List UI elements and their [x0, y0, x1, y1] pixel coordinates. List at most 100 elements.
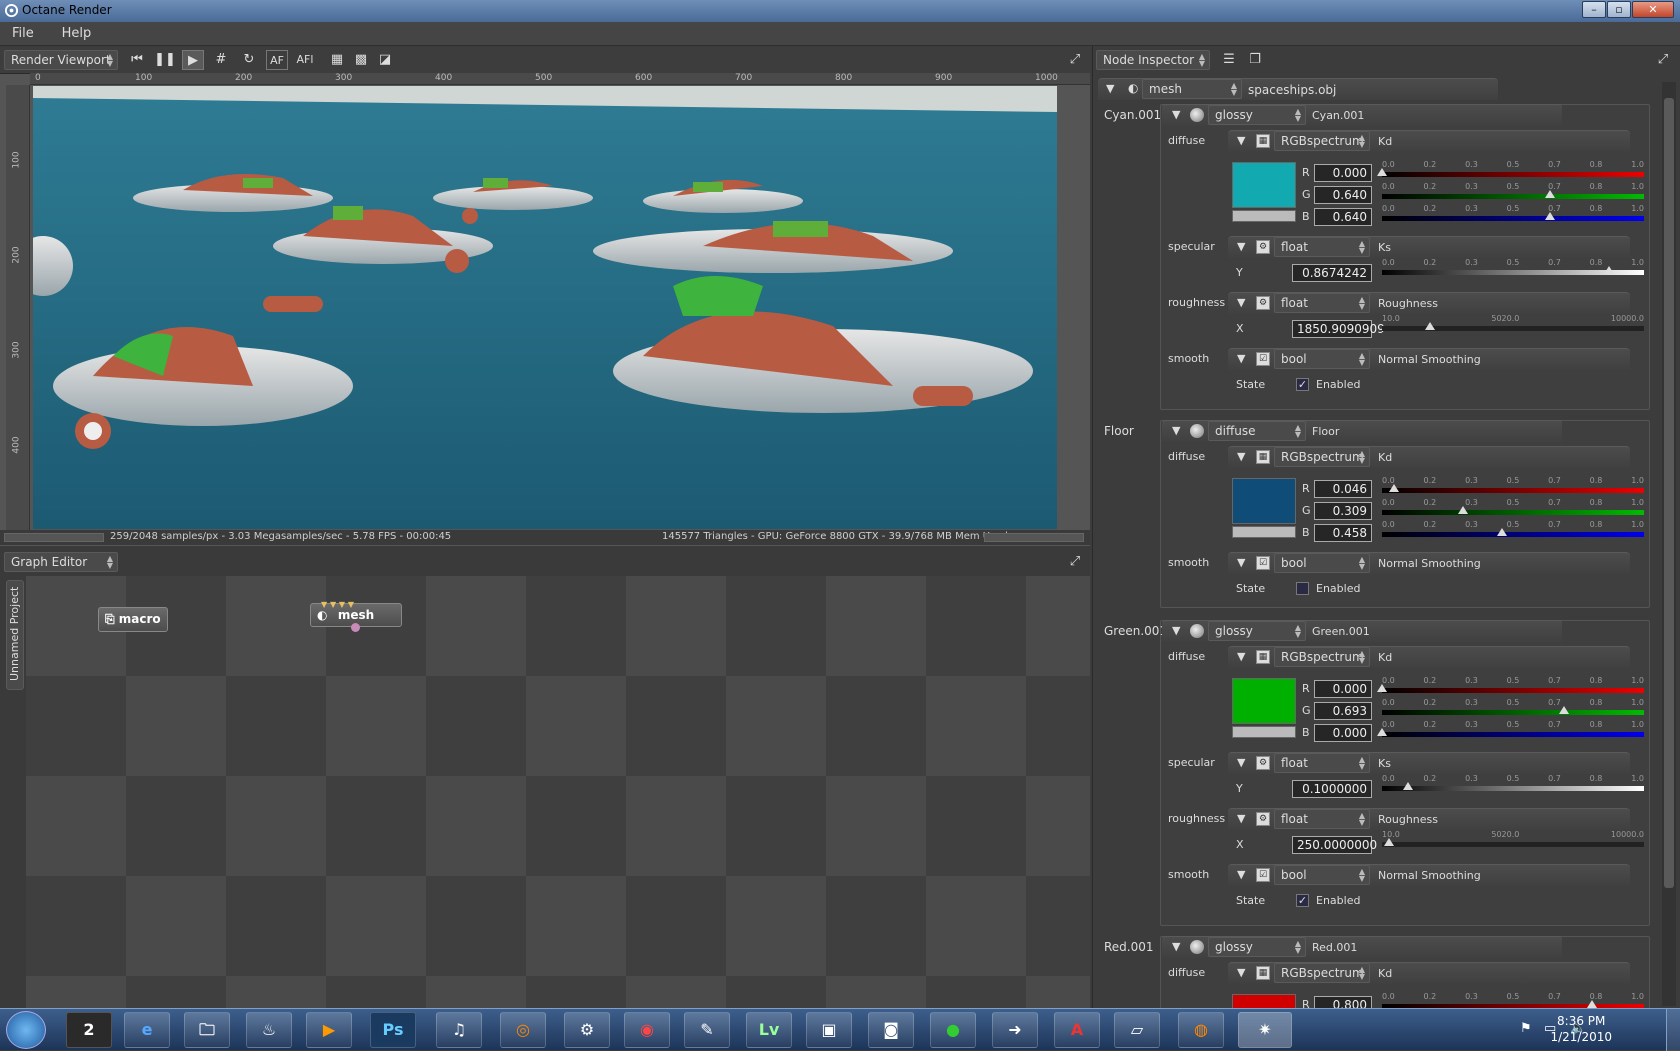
roughness-type-select[interactable]: float ▲ ▼ — [1274, 293, 1370, 313]
slider-knob[interactable] — [1403, 782, 1414, 790]
smoothing-checkbox[interactable]: ✓ — [1296, 894, 1309, 907]
material-type-select[interactable]: glossy ▲ ▼ — [1208, 621, 1306, 641]
collapse-icon[interactable]: ▼ — [1172, 624, 1180, 637]
slider-track[interactable]: 0.0 0.2 0.3 0.5 0.7 0.8 1.0 — [1382, 476, 1644, 496]
slider-knob[interactable] — [1544, 212, 1555, 220]
collapse-icon[interactable]: ▼ — [1237, 966, 1245, 979]
slider-track[interactable]: 0.0 0.2 0.3 0.5 0.7 0.8 1.0 — [1382, 258, 1644, 278]
collapse-icon[interactable]: ▼ — [1172, 424, 1180, 437]
collapse-icon[interactable]: ▼ — [1172, 940, 1180, 953]
collapse-icon[interactable]: ▼ — [1237, 756, 1245, 769]
specular-type-select[interactable]: float ▲ ▼ — [1274, 753, 1370, 773]
material-type-select[interactable]: diffuse ▲ ▼ — [1208, 421, 1306, 441]
smooth-type-select[interactable]: bool ▲ ▼ — [1274, 553, 1370, 573]
material-type-select[interactable]: glossy ▲ ▼ — [1208, 105, 1306, 125]
control-panel-icon[interactable]: ⚙ — [564, 1012, 610, 1048]
slider-knob[interactable] — [1377, 684, 1387, 692]
smoothing-checkbox[interactable] — [1296, 582, 1309, 595]
channel-r-input[interactable]: 0.000 — [1314, 164, 1372, 182]
collapse-icon[interactable]: ▼ — [1237, 134, 1245, 147]
collapse-icon[interactable]: ▼ — [1237, 868, 1245, 881]
smooth-type-select[interactable]: bool ▲ ▼ — [1274, 865, 1370, 885]
collapse-icon[interactable]: ▼ — [1237, 296, 1245, 309]
smoothing-checkbox[interactable]: ✓ — [1296, 378, 1309, 391]
start-button[interactable] — [6, 1011, 46, 1049]
tray-clock[interactable]: 8:36 PM 1/21/2010 — [1550, 1013, 1612, 1045]
slider-track[interactable]: 0.0 0.2 0.3 0.5 0.7 0.8 1.0 — [1382, 204, 1644, 224]
collapse-icon[interactable]: ▼ — [1172, 108, 1180, 121]
diffuse-type-select[interactable]: RGBspectrum ▲ ▼ — [1274, 963, 1370, 983]
slider-knob[interactable] — [1383, 838, 1394, 846]
channel-b-input[interactable]: 0.000 — [1314, 724, 1372, 742]
slider-track[interactable]: 0.0 0.2 0.3 0.5 0.7 0.8 1.0 — [1382, 774, 1644, 794]
color-swatch[interactable] — [1232, 994, 1296, 1008]
notepad-icon[interactable]: ✎ — [684, 1012, 730, 1048]
media-player-icon[interactable]: ▶ — [306, 1012, 352, 1048]
taskbar-app-lv-icon[interactable]: Lv — [746, 1012, 792, 1048]
slider-track[interactable]: 10.0 5020.0 10000.0 — [1382, 314, 1644, 334]
diffuse-type-select[interactable]: RGBspectrum ▲ ▼ — [1274, 647, 1370, 667]
taskbar-app-doc-icon[interactable]: ▱ — [1114, 1012, 1160, 1048]
material-type-select[interactable]: glossy ▲ ▼ — [1208, 937, 1306, 957]
arrow-app-icon[interactable]: ➜ — [992, 1012, 1038, 1048]
slider-track[interactable]: 0.0 0.2 0.3 0.5 0.7 0.8 1.0 — [1382, 498, 1644, 518]
slider-track[interactable]: 0.0 0.2 0.3 0.5 0.7 0.8 1.0 — [1377, 720, 1644, 740]
explorer-folder-icon[interactable]: 🗀 — [184, 1012, 230, 1048]
octane-taskbar-icon[interactable]: ✷ — [1238, 1012, 1292, 1048]
collapse-icon[interactable]: ▼ — [1237, 650, 1245, 663]
slider-track[interactable]: 0.0 0.2 0.3 0.5 0.7 0.8 1.0 — [1377, 676, 1644, 696]
channel-g-input[interactable]: 0.640 — [1314, 186, 1372, 204]
slider-knob[interactable] — [1457, 506, 1468, 514]
slider-knob[interactable] — [1586, 1000, 1597, 1008]
taskbar-app-2-icon[interactable]: 2 — [66, 1012, 112, 1048]
firefox-icon[interactable]: ◍ — [1178, 1012, 1224, 1048]
slider-knob[interactable] — [1544, 190, 1555, 198]
slider-track[interactable]: 0.0 0.2 0.3 0.5 0.7 0.8 1.0 — [1382, 520, 1644, 540]
channel-b-input[interactable]: 0.640 — [1314, 208, 1372, 226]
internet-explorer-icon[interactable]: e — [124, 1012, 170, 1048]
slider-track[interactable]: 0.0 0.2 0.3 0.5 0.7 0.8 1.0 — [1382, 992, 1644, 1008]
slider-track[interactable]: 0.0 0.2 0.3 0.5 0.7 0.8 1.0 — [1382, 182, 1644, 202]
collapse-icon[interactable]: ▼ — [1106, 82, 1114, 95]
diffuse-type-select[interactable]: RGBspectrum ▲ ▼ — [1274, 447, 1370, 467]
photo-viewer-icon[interactable]: ▣ — [806, 1012, 852, 1048]
color-swatch[interactable] — [1232, 478, 1296, 524]
taskbar-app-green-icon[interactable]: ● — [930, 1012, 976, 1048]
channel-r-input[interactable]: 0.800 — [1314, 996, 1372, 1008]
blender-icon[interactable]: ◎ — [500, 1012, 546, 1048]
slider-track[interactable]: 10.0 5020.0 10000.0 — [1382, 830, 1644, 850]
color-swatch[interactable] — [1232, 678, 1296, 724]
taskbar-app-camera-icon[interactable]: ◙ — [868, 1012, 914, 1048]
slider-knob[interactable] — [1389, 484, 1400, 492]
slider-knob[interactable] — [1377, 168, 1387, 176]
slider-knob[interactable] — [1558, 706, 1569, 714]
steam-icon[interactable]: ♨ — [246, 1012, 292, 1048]
channel-r-input[interactable]: 0.046 — [1314, 480, 1372, 498]
acrobat-icon[interactable]: A — [1054, 1012, 1100, 1048]
specular-value-input[interactable]: 0.1000000 — [1292, 780, 1372, 798]
roughness-value-input[interactable]: 250.0000000 — [1292, 836, 1377, 854]
roughness-type-select[interactable]: float ▲ ▼ — [1274, 809, 1370, 829]
roughness-value-input[interactable]: 1850.9090909 — [1292, 320, 1385, 338]
specular-value-input[interactable]: 0.8674242 — [1292, 264, 1372, 282]
smooth-type-select[interactable]: bool ▲ ▼ — [1274, 349, 1370, 369]
collapse-icon[interactable]: ▼ — [1237, 450, 1245, 463]
mesh-type-select[interactable]: mesh ▲ ▼ — [1142, 79, 1242, 99]
channel-g-input[interactable]: 0.309 — [1314, 502, 1372, 520]
photoshop-icon[interactable]: Ps — [370, 1012, 416, 1048]
slider-knob[interactable] — [1496, 528, 1507, 536]
show-desktop-button[interactable] — [1666, 1009, 1680, 1051]
channel-b-input[interactable]: 0.458 — [1314, 524, 1372, 542]
chrome-icon[interactable]: ◉ — [624, 1012, 670, 1048]
slider-knob[interactable] — [1377, 728, 1387, 736]
slider-knob[interactable] — [1604, 266, 1615, 274]
channel-r-input[interactable]: 0.000 — [1314, 680, 1372, 698]
specular-type-select[interactable]: float ▲ ▼ — [1274, 237, 1370, 257]
channel-g-input[interactable]: 0.693 — [1314, 702, 1372, 720]
collapse-icon[interactable]: ▼ — [1237, 240, 1245, 253]
collapse-icon[interactable]: ▼ — [1237, 352, 1245, 365]
tray-flag-icon[interactable]: ⚑ — [1520, 1021, 1532, 1036]
slider-knob[interactable] — [1425, 322, 1436, 330]
slider-track[interactable]: 0.0 0.2 0.3 0.5 0.7 0.8 1.0 — [1382, 698, 1644, 718]
diffuse-type-select[interactable]: RGBspectrum ▲ ▼ — [1274, 131, 1370, 151]
